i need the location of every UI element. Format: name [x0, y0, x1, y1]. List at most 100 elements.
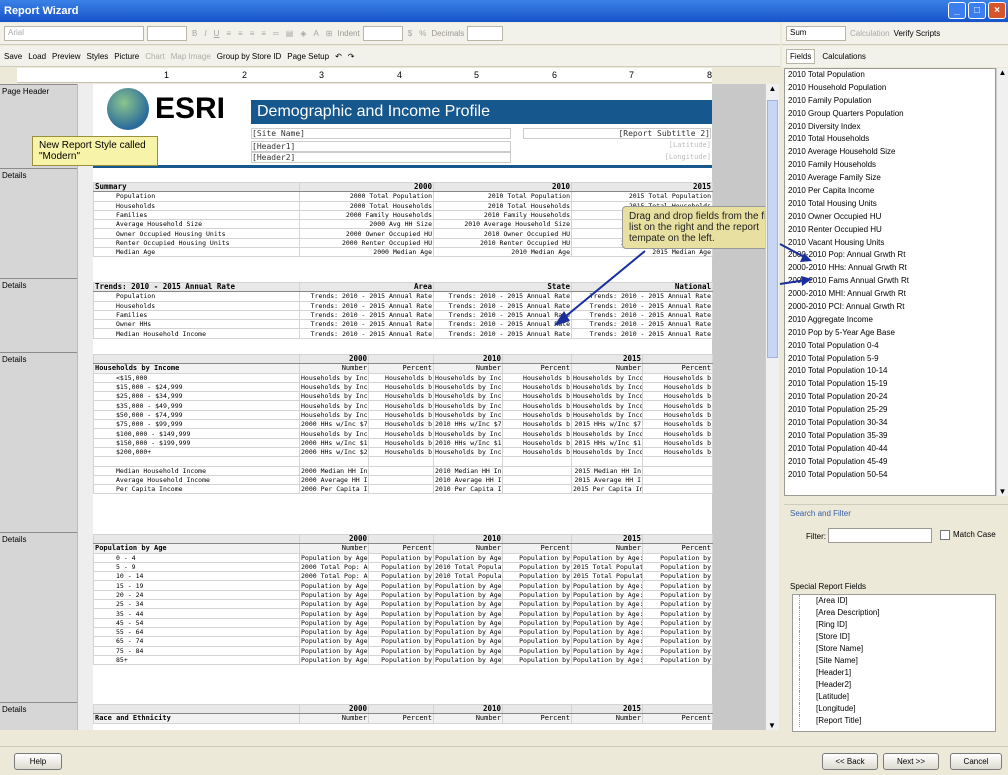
income-cell[interactable]: 2010 Per Capita Inc	[433, 484, 503, 495]
income-cell[interactable]: Households by Inco	[433, 391, 503, 402]
age-row-label[interactable]: 20 - 24	[93, 589, 300, 601]
age-row-label[interactable]: 10 - 14	[93, 571, 300, 582]
special-field-item[interactable]: [Header2]	[799, 679, 995, 691]
grid-icon[interactable]: ⊞	[324, 29, 335, 38]
income-cell[interactable]: Households b	[642, 428, 713, 439]
age-cell[interactable]: 2015 Total Populati	[571, 561, 643, 573]
verify-scripts-button[interactable]: Verify Scripts	[894, 29, 941, 38]
save-button[interactable]: Save	[4, 52, 22, 61]
special-field-item[interactable]: [Store Name]	[799, 643, 995, 655]
scroll-thumb[interactable]	[767, 100, 778, 358]
next-button[interactable]: Next >>	[883, 753, 939, 770]
race-col-header[interactable]: Percent	[502, 713, 572, 724]
income-year-header[interactable]	[93, 353, 300, 365]
age-cell[interactable]: Population by Age:	[433, 608, 503, 619]
income-cell[interactable]	[502, 465, 572, 476]
trends-row-label[interactable]: Families	[93, 309, 300, 321]
scroll-up-icon[interactable]: ▲	[766, 84, 779, 93]
trends-cell[interactable]: Trends: 2010 - 2015 Annual Rate	[299, 309, 434, 321]
report-subtitle-field[interactable]: [Report Subtitle 2]	[523, 128, 711, 139]
age-cell[interactable]: Population by Age:	[433, 654, 503, 666]
summary-cell[interactable]: 2000 Owner Occupied HU	[299, 228, 434, 239]
age-cell[interactable]: Population by Age:	[433, 626, 503, 638]
age-cell[interactable]: Population by	[642, 645, 713, 656]
age-cell[interactable]: Population by	[502, 645, 572, 656]
special-field-item[interactable]: [Longitude]	[799, 703, 995, 715]
income-row-label[interactable]: $25,000 - $34,999	[93, 391, 300, 402]
age-cell[interactable]: Population by Age:	[433, 552, 503, 563]
race-year-header[interactable]	[368, 703, 434, 715]
income-cell[interactable]: Households b	[642, 419, 713, 430]
income-cell[interactable]: Households b	[502, 437, 572, 448]
field-list-item[interactable]: 2010 Total Population 40-44	[785, 443, 995, 456]
border-icon[interactable]: ▤	[284, 29, 296, 38]
field-list-item[interactable]: 2010 Total Population 25-29	[785, 404, 995, 417]
age-col-header[interactable]: Population by Age	[93, 543, 300, 554]
age-cell[interactable]: Population by	[502, 654, 572, 666]
income-cell[interactable]: Households b	[368, 419, 434, 430]
income-cell[interactable]: Households b	[368, 409, 434, 421]
fill-icon[interactable]: ◈	[298, 29, 308, 38]
tab-calculations[interactable]: Calculations	[819, 50, 869, 63]
designer-scrollbar[interactable]: ▲ ▼	[765, 84, 779, 730]
income-cell[interactable]	[433, 456, 503, 467]
income-row-label[interactable]: Per Capita Income	[93, 484, 300, 495]
income-row-label[interactable]: $50,000 - $74,999	[93, 409, 300, 421]
age-row-label[interactable]: 65 - 74	[93, 636, 300, 647]
income-year-header[interactable]: 2015	[571, 353, 643, 365]
redo-icon[interactable]: ↷	[348, 52, 355, 61]
race-year-header[interactable]: 2000	[299, 703, 369, 715]
scroll-up-icon[interactable]: ▲	[997, 68, 1008, 77]
page-setup-button[interactable]: Page Setup	[287, 52, 329, 61]
age-cell[interactable]: Population by	[368, 636, 434, 647]
income-cell[interactable]: Households b	[642, 446, 713, 458]
line-icon[interactable]: ═	[271, 29, 281, 38]
close-button[interactable]: ×	[988, 2, 1006, 19]
longitude-field[interactable]: [Longitude]	[633, 153, 711, 161]
age-cell[interactable]: Population by Age:	[571, 636, 643, 647]
age-cell[interactable]: 2015 Total Populati	[571, 571, 643, 582]
field-list-item[interactable]: 2010 Total Population	[785, 69, 995, 82]
age-cell[interactable]: Population by	[642, 608, 713, 619]
income-cell[interactable]: Households b	[368, 372, 434, 383]
income-cell[interactable]: 2015 Median HH In	[571, 465, 643, 476]
income-cell[interactable]: Households by Inco	[433, 372, 503, 383]
underline-icon[interactable]: U	[212, 29, 222, 38]
income-cell[interactable]: Households b	[368, 446, 434, 458]
filter-input[interactable]	[828, 528, 932, 543]
age-cell[interactable]: Population by Age:	[433, 589, 503, 601]
income-cell[interactable]: Households by Inco	[433, 381, 503, 393]
income-cell[interactable]	[502, 474, 572, 486]
age-cell[interactable]: Population by Age:	[571, 617, 643, 628]
field-list-item[interactable]: 2000-2010 Pop: Annual Grwth Rt	[785, 249, 995, 262]
header2-field[interactable]: [Header2]	[251, 152, 511, 163]
age-cell[interactable]: Population by	[642, 599, 713, 610]
age-cell[interactable]: Population by	[642, 654, 713, 666]
income-cell[interactable]: Households by Inco	[299, 391, 369, 402]
income-cell[interactable]: 2010 Median HH In	[433, 465, 503, 476]
race-table[interactable]: 2000 2010 2015 Race and Ethnicity Number Perc…	[93, 703, 713, 724]
special-field-item[interactable]: [Store ID]	[799, 631, 995, 643]
report-designer[interactable]: Page Header ESRI Demographic and Income …	[0, 84, 765, 730]
income-cell[interactable]	[502, 456, 572, 467]
field-list-item[interactable]: 2010 Household Population	[785, 82, 995, 95]
income-cell[interactable]	[299, 456, 369, 467]
race-year-header[interactable]: 2015	[571, 703, 643, 715]
aggregate-select[interactable]: Sum	[786, 26, 846, 41]
summary-row-label[interactable]: Renter Occupied Housing Units	[93, 237, 300, 249]
age-col-header[interactable]: Percent	[642, 543, 713, 554]
summary-row-label[interactable]: Average Household Size	[93, 219, 300, 230]
income-cell[interactable]: Households b	[642, 391, 713, 402]
field-list-item[interactable]: 2010 Vacant Housing Units	[785, 237, 995, 250]
income-cell[interactable]: Households b	[368, 400, 434, 411]
help-button[interactable]: Help	[14, 753, 62, 770]
income-cell[interactable]	[368, 474, 434, 486]
income-cell[interactable]: Households by Inco	[433, 409, 503, 421]
age-cell[interactable]: Population by Age:	[571, 580, 643, 591]
income-cell[interactable]: Households b	[502, 428, 572, 439]
age-cell[interactable]: Population by	[502, 589, 572, 601]
special-fields-list[interactable]: [Area ID] [Area Description] [Ring ID] [Sto…	[792, 594, 996, 732]
age-year-header[interactable]	[642, 533, 713, 545]
income-row-label[interactable]: $15,000 - $24,999	[93, 381, 300, 393]
income-cell[interactable]: Households by Inco	[571, 372, 643, 383]
